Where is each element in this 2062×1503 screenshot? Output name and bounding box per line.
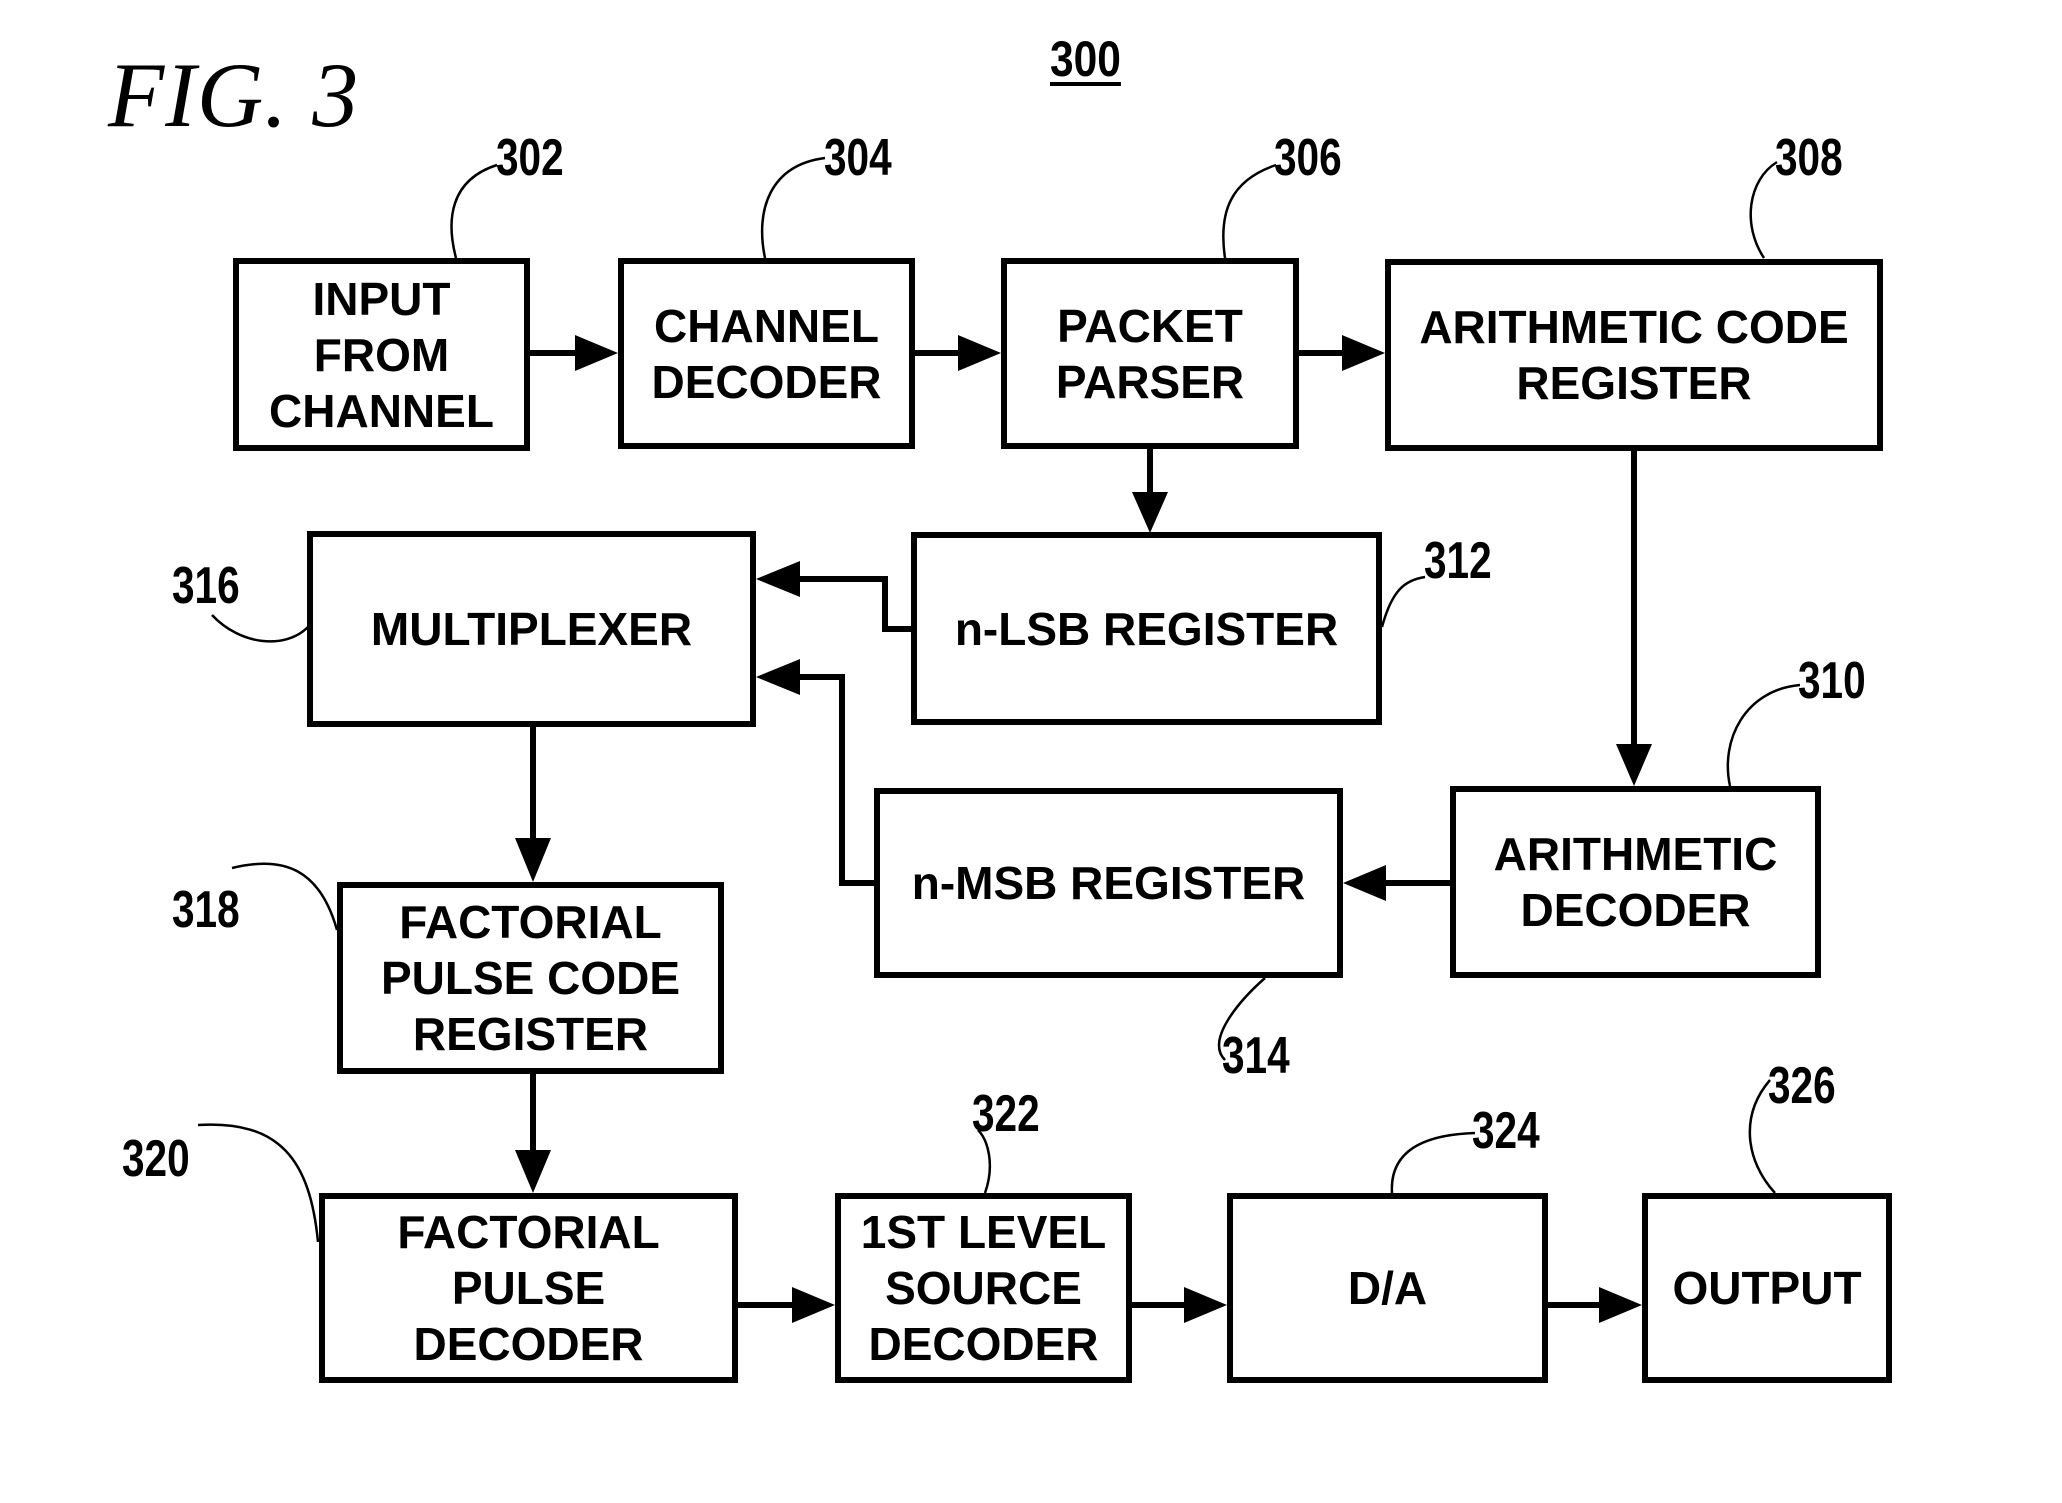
arrowhead-icon: [1616, 744, 1652, 786]
arrowhead-icon: [1132, 492, 1168, 533]
ref-numeral-318: 318: [172, 881, 240, 939]
arrowhead-icon: [792, 1287, 835, 1323]
connector-n-lsb-register-to-multiplexer: [795, 576, 911, 632]
arrowhead-icon: [1342, 335, 1385, 371]
block-channel-decoder: CHANNEL DECODER: [618, 258, 915, 449]
leader-line-324: [1390, 1131, 1476, 1194]
arrowhead-icon: [515, 1150, 551, 1193]
block-label: n-LSB REGISTER: [954, 602, 1339, 655]
block-arithmetic-decoder: ARITHMETIC DECODER: [1450, 786, 1821, 978]
block-label: MULTIPLEXER: [370, 603, 693, 655]
ref-numeral-310: 310: [1798, 652, 1866, 710]
block-multiplexer: MULTIPLEXER: [307, 531, 756, 727]
arrowhead-icon: [756, 659, 800, 695]
arrowhead-icon: [515, 838, 551, 882]
ref-numeral-320: 320: [122, 1130, 190, 1188]
leader-line-316: [211, 614, 309, 643]
arrowhead-icon: [1343, 865, 1386, 901]
block-d-a: D/A: [1227, 1193, 1548, 1383]
block-label: 1ST LEVEL SOURCE DECODER: [860, 1206, 1107, 1370]
block-label: INPUT FROM CHANNEL: [269, 272, 494, 437]
block-packet-parser: PACKET PARSER: [1001, 258, 1299, 449]
arrowhead-icon: [1599, 1287, 1642, 1323]
block-output: OUTPUT: [1642, 1193, 1892, 1383]
block-input-from-channel: INPUT FROM CHANNEL: [233, 258, 530, 451]
block-label: D/A: [1347, 1262, 1428, 1314]
block-label: CHANNEL DECODER: [651, 299, 882, 408]
leader-line-302: [450, 163, 498, 259]
block-first-level-source-decoder: 1ST LEVEL SOURCE DECODER: [835, 1193, 1132, 1383]
ref-numeral-308: 308: [1775, 129, 1843, 187]
leader-line-320: [197, 1123, 320, 1243]
leader-line-308: [1749, 160, 1778, 259]
block-label: PACKET PARSER: [1055, 299, 1245, 408]
block-factorial-pulse-code-register: FACTORIAL PULSE CODE REGISTER: [337, 882, 724, 1074]
ref-numeral-302: 302: [496, 129, 564, 187]
block-label: ARITHMETIC CODE REGISTER: [1419, 301, 1849, 409]
ref-numeral-322: 322: [972, 1085, 1040, 1143]
ref-numeral-312: 312: [1424, 532, 1492, 590]
block-label: ARITHMETIC DECODER: [1493, 828, 1778, 936]
connector-n-msb-register-to-multiplexer: [795, 674, 874, 886]
block-diagram: FIG. 3 300 INPUT FROM CHANNEL CHANNEL DE…: [0, 0, 2062, 1503]
block-label: FACTORIAL PULSE CODE REGISTER: [380, 896, 681, 1060]
arrowhead-icon: [756, 561, 800, 597]
ref-numeral-306: 306: [1274, 129, 1342, 187]
leader-line-306: [1222, 163, 1277, 259]
block-n-msb-register: n-MSB REGISTER: [874, 788, 1343, 978]
leader-line-312: [1380, 575, 1426, 628]
ref-numeral-326: 326: [1768, 1057, 1836, 1115]
ref-numeral-324: 324: [1472, 1102, 1540, 1160]
arrowhead-icon: [575, 335, 618, 371]
ref-numeral-304: 304: [824, 129, 892, 187]
ref-numeral-314: 314: [1222, 1027, 1290, 1085]
arrowhead-icon: [1184, 1287, 1227, 1323]
block-label: OUTPUT: [1672, 1262, 1862, 1314]
block-label: n-MSB REGISTER: [911, 857, 1306, 909]
block-arithmetic-code-register: ARITHMETIC CODE REGISTER: [1385, 259, 1883, 451]
arrowhead-icon: [958, 335, 1001, 371]
leader-line-310: [1726, 683, 1801, 787]
ref-numeral-316: 316: [172, 557, 240, 615]
leader-line-318: [231, 862, 339, 931]
block-factorial-pulse-decoder: FACTORIAL PULSE DECODER: [319, 1193, 738, 1383]
leader-line-304: [760, 156, 826, 259]
block-n-lsb-register: n-LSB REGISTER: [911, 532, 1382, 725]
block-label: FACTORIAL PULSE DECODER: [397, 1206, 660, 1370]
